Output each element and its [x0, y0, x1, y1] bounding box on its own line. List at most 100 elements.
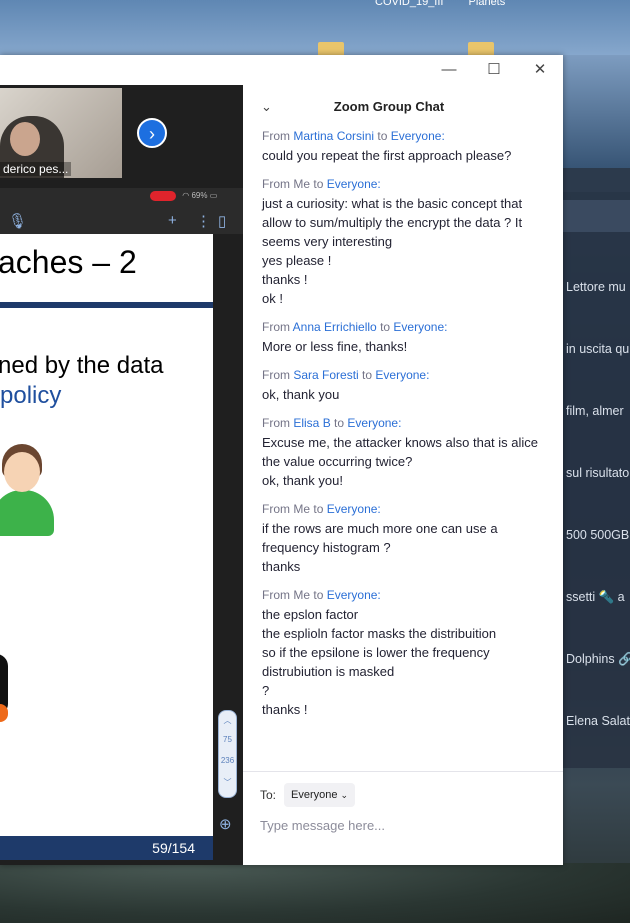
- recipient-name[interactable]: Everyone:: [375, 368, 429, 382]
- divider: [243, 771, 563, 772]
- sender-name[interactable]: Sara Foresti: [293, 368, 358, 382]
- chat-message: From Me to Everyone: if the rows are much…: [262, 502, 547, 576]
- background-list-item[interactable]: Dolphins 🔗: [566, 652, 630, 667]
- message-sender-line: From Elisa B to Everyone:: [262, 416, 547, 431]
- message-sender-line: From Anna Errichiello to Everyone:: [262, 320, 547, 335]
- message-text: the epslon factor: [262, 607, 359, 622]
- message-text: if the rows are much more one can use a …: [262, 521, 498, 555]
- background-list-item[interactable]: Elena Salat: [566, 714, 630, 728]
- chat-message: From Me to Everyone: the epslon factor the…: [262, 588, 547, 719]
- chat-message-list[interactable]: From Martina Corsini to Everyone: could y…: [262, 129, 547, 731]
- page-scrollbar[interactable]: ︿ 75 236 ﹀: [218, 710, 237, 798]
- recipient-name[interactable]: Everyone:: [327, 177, 381, 191]
- message-text: thanks !: [262, 272, 308, 287]
- recipient-name[interactable]: Everyone:: [347, 416, 401, 430]
- message-text: the esplioln factor masks the distribuit…: [262, 626, 497, 641]
- participant-head: [10, 122, 40, 156]
- participant-video[interactable]: derico pes...: [0, 88, 122, 178]
- chat-message: From Me to Everyone: just a curiosity: wh…: [262, 177, 547, 308]
- message-sender-line: From Martina Corsini to Everyone:: [262, 129, 547, 144]
- to-label: to: [362, 368, 373, 382]
- chevron-down-icon: ⌄: [340, 790, 349, 800]
- battery-level: 69%: [191, 191, 208, 201]
- microphone-icon[interactable]: 🎙: [8, 212, 27, 230]
- background-window-bar: [563, 168, 630, 192]
- message-text: ?: [262, 683, 270, 698]
- from-label: From: [262, 129, 290, 143]
- slide-divider: [0, 302, 213, 308]
- desktop-icon-label[interactable]: COVID_19_III: [375, 0, 443, 8]
- background-list-item[interactable]: sul risultato: [566, 466, 629, 480]
- from-label: From: [262, 502, 290, 516]
- desktop-icon-label[interactable]: Planets: [469, 0, 506, 8]
- from-label: From: [262, 588, 290, 602]
- plus-icon[interactable]: +: [168, 212, 177, 229]
- sender-name: Me: [293, 502, 311, 516]
- message-sender-line: From Me to Everyone:: [262, 177, 547, 192]
- zoom-window: — ☐ ✕ derico pes... › ◠ 69% ▭ 🎙 + ⋮ ▯ ac…: [0, 55, 563, 865]
- user-avatar-illustration: [0, 444, 54, 536]
- chevron-up-icon[interactable]: ︿: [219, 715, 236, 726]
- chevron-down-icon[interactable]: ﹀: [219, 777, 236, 788]
- maximize-button[interactable]: ☐: [482, 60, 506, 80]
- minimize-button[interactable]: —: [437, 60, 461, 80]
- recipient-value: Everyone: [291, 789, 338, 801]
- recipient-dropdown[interactable]: Everyone ⌄: [284, 783, 356, 807]
- device-status: ◠ 69% ▭: [150, 191, 217, 203]
- message-text: just a curiosity: what is the basic conc…: [262, 196, 523, 249]
- shared-slide: aches – 2 ned by the data policy: [0, 234, 213, 836]
- chat-message: From Anna Errichiello to Everyone: More o…: [262, 320, 547, 356]
- sender-name[interactable]: Martina Corsini: [293, 129, 374, 143]
- battery-icon: ▭: [209, 191, 218, 201]
- recipient-name[interactable]: Everyone:: [391, 129, 445, 143]
- wifi-icon: ◠: [182, 191, 190, 201]
- page-view-icon[interactable]: ▯: [218, 212, 226, 230]
- message-text: thanks !: [262, 702, 308, 717]
- participant-name: derico pes...: [0, 162, 72, 176]
- message-text: could you repeat the first approach plea…: [262, 148, 512, 163]
- from-label: From: [262, 320, 290, 334]
- chevron-right-icon: ›: [149, 124, 155, 144]
- message-text: Excuse me, the attacker knows also that …: [262, 435, 539, 469]
- message-sender-line: From Me to Everyone:: [262, 502, 547, 517]
- message-text: ok !: [262, 291, 283, 306]
- chat-message: From Martina Corsini to Everyone: could y…: [262, 129, 547, 165]
- next-participants-button[interactable]: ›: [137, 118, 167, 148]
- more-options-icon[interactable]: ⋮: [196, 212, 211, 230]
- chat-message: From Elisa B to Everyone: Excuse me, the …: [262, 416, 547, 490]
- chat-message-input[interactable]: [258, 813, 542, 837]
- sender-name[interactable]: Elisa B: [293, 416, 330, 430]
- to-label: to: [313, 177, 324, 191]
- background-list-item[interactable]: ssetti 🔦 a: [566, 590, 625, 605]
- scroll-total-pages: 236: [220, 756, 235, 765]
- message-text: thanks: [262, 559, 301, 574]
- close-button[interactable]: ✕: [528, 60, 552, 80]
- from-label: From: [262, 177, 290, 191]
- message-text: ok, thank you: [262, 387, 340, 402]
- background-window-bar: [563, 200, 630, 232]
- recipient-name[interactable]: Everyone:: [327, 588, 381, 602]
- background-list-item[interactable]: in uscita qu: [566, 342, 629, 356]
- sender-name: Me: [293, 588, 311, 602]
- background-list-item[interactable]: film, almer: [566, 404, 624, 418]
- desktop-wallpaper-top: COVID_19_III Planets: [0, 0, 630, 60]
- sender-name: Me: [293, 177, 311, 191]
- slide-text-highlight: policy: [0, 382, 62, 409]
- slide-title: aches – 2: [0, 244, 137, 280]
- to-label: to: [377, 129, 388, 143]
- message-text: yes please !: [262, 253, 332, 268]
- message-text: so if the epsilone is lower the frequenc…: [262, 645, 490, 679]
- record-icon: [150, 191, 176, 201]
- to-label: to: [334, 416, 345, 430]
- message-sender-line: From Sara Foresti to Everyone:: [262, 368, 547, 383]
- recipient-name[interactable]: Everyone:: [393, 320, 447, 334]
- zoom-in-icon[interactable]: ⊕: [219, 815, 232, 833]
- recipient-name[interactable]: Everyone:: [327, 502, 381, 516]
- background-list-item[interactable]: 500 500GB C: [566, 528, 630, 542]
- sender-name[interactable]: Anna Errichiello: [293, 320, 377, 334]
- background-list-item[interactable]: Lettore mu: [566, 280, 626, 294]
- chat-title: Zoom Group Chat: [333, 99, 445, 114]
- slide-footer: 59/154: [0, 836, 213, 860]
- to-label: To:: [260, 788, 277, 802]
- message-sender-line: From Me to Everyone:: [262, 588, 547, 603]
